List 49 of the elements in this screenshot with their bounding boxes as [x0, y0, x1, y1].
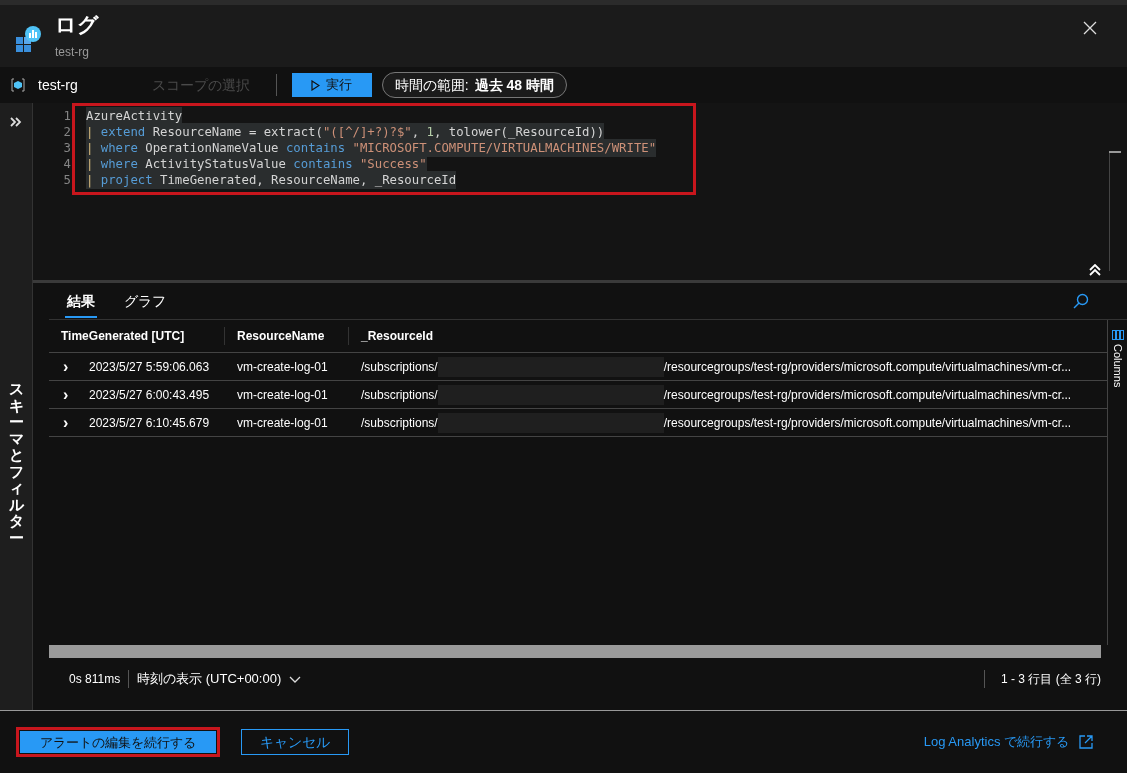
search-icon[interactable] — [1073, 293, 1089, 309]
column-header[interactable]: ResourceName — [225, 327, 349, 345]
expand-row-toggle[interactable]: › — [49, 410, 89, 435]
column-header[interactable]: TimeGenerated [UTC] — [49, 327, 225, 345]
horizontal-scrollbar[interactable] — [49, 645, 1101, 658]
continue-alert-button[interactable]: アラートの編集を続行する — [19, 730, 217, 755]
results-tab[interactable]: 結果 — [65, 290, 97, 318]
table-cell-text: /subscriptions/ — [361, 414, 438, 432]
query-duration: 0s 811ms — [49, 670, 130, 688]
results-tab[interactable]: グラフ — [122, 290, 168, 318]
panel-subtitle: test-rg — [55, 44, 90, 61]
external-link-icon[interactable] — [1079, 735, 1093, 749]
expand-row-toggle[interactable]: › — [49, 354, 89, 379]
table-cell-text: /resourcegroups/test-rg/providers/microsoft.compute/virtualmachines/vm-cr... — [663, 386, 1072, 404]
chevron-down-icon — [289, 675, 302, 683]
row-count: 1 - 3 行目 (全 3 行) — [984, 670, 1101, 688]
table-cell-text: vm-create-log-01 — [237, 358, 329, 376]
play-icon — [311, 79, 321, 91]
table-cell-text: vm-create-log-01 — [237, 386, 329, 404]
table-cell-text: /resourcegroups/test-rg/providers/microsoft.compute/virtualmachines/vm-cr... — [663, 414, 1072, 432]
expand-icon[interactable] — [10, 117, 22, 127]
time-display-dropdown[interactable]: 時刻の表示 (UTC+00:00) — [137, 669, 302, 689]
close-icon[interactable] — [1083, 21, 1097, 35]
collapse-icon[interactable] — [1089, 264, 1101, 276]
run-button[interactable]: 実行 — [291, 73, 372, 97]
schema-filter-tab[interactable]: スキーマとフィルター — [8, 381, 24, 546]
scope-name: test-rg — [38, 75, 78, 95]
log-analytics-icon — [16, 25, 42, 53]
line-number: 2 — [62, 123, 71, 141]
line-number: 1 — [62, 107, 71, 125]
table-cell-text: /resourcegroups/test-rg/providers/microsoft.compute/virtualmachines/vm-cr... — [663, 358, 1072, 376]
table-cell-text: 2023/5/27 6:00:43.495 — [89, 386, 211, 404]
column-header[interactable]: _ResourceId — [349, 327, 434, 345]
cancel-button[interactable]: キャンセル — [241, 729, 349, 755]
log-analytics-link[interactable]: Log Analytics で続行する — [923, 732, 1069, 752]
line-number: 4 — [62, 155, 71, 173]
expand-row-toggle[interactable]: › — [49, 382, 89, 407]
table-cell-text: 2023/5/27 6:10:45.679 — [89, 414, 211, 432]
table-cell-text: 2023/5/27 5:59:06.063 — [89, 358, 211, 376]
table-cell-text: /subscriptions/ — [361, 386, 438, 404]
resource-group-icon — [11, 78, 25, 92]
panel-title: ログ — [55, 12, 99, 38]
line-number: 3 — [62, 139, 71, 157]
line-number: 5 — [62, 171, 71, 189]
time-range-button[interactable]: 時間の範囲: 過去 48 時間 — [381, 72, 567, 98]
columns-panel-tab[interactable]: Columns — [1109, 344, 1126, 388]
table-cell-text: vm-create-log-01 — [237, 414, 329, 432]
columns-icon — [1111, 330, 1124, 340]
table-cell-text: /subscriptions/ — [361, 358, 438, 376]
